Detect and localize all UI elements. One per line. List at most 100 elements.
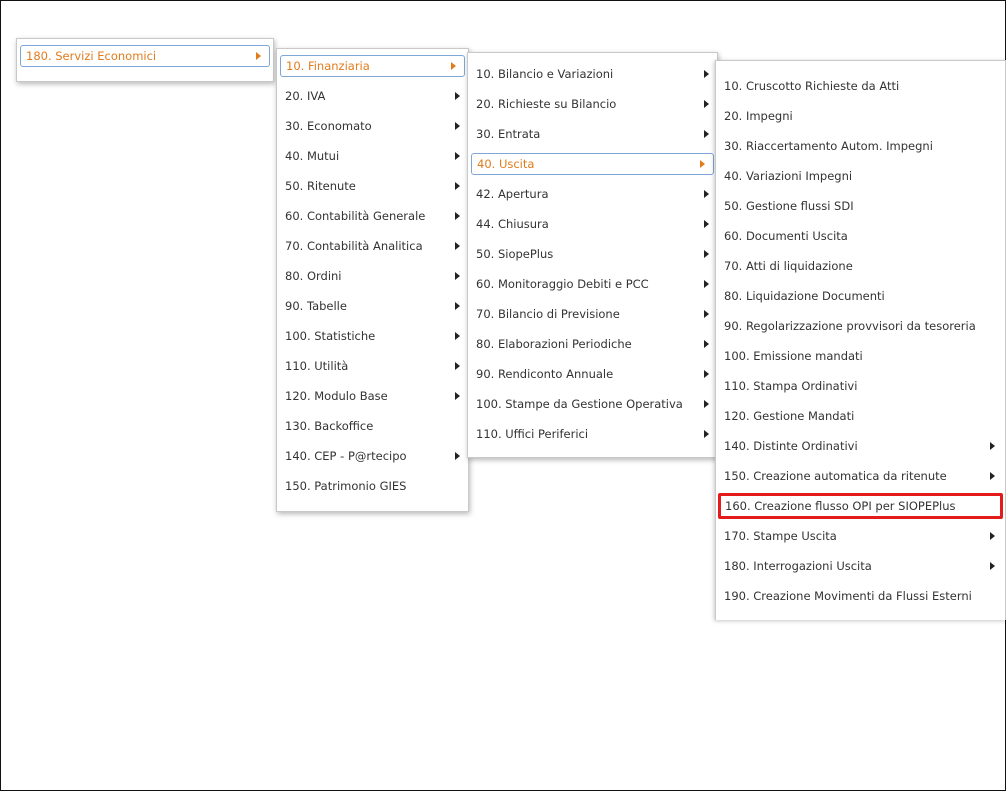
menu-item-label: 80. Ordini (285, 269, 342, 283)
menu-item-label: 30. Economato (285, 119, 372, 133)
menu-item-label: 130. Backoffice (285, 419, 374, 433)
chevron-right-icon (451, 62, 456, 70)
chevron-right-icon (455, 152, 460, 160)
menu-item-60-documenti-uscita[interactable]: 60. Documenti Uscita (716, 221, 1005, 251)
menu-item-label: 60. Contabilità Generale (285, 209, 426, 223)
menu-item-110-uffici-periferici[interactable]: 110. Uffici Periferici (468, 419, 717, 449)
menu-item-70-contabilita-analitica[interactable]: 70. Contabilità Analitica (277, 231, 468, 261)
menu-item-label: 60. Documenti Uscita (724, 229, 848, 243)
menu-item-30-economato[interactable]: 30. Economato (277, 111, 468, 141)
menu-item-20-richieste-su-bilancio[interactable]: 20. Richieste su Bilancio (468, 89, 717, 119)
menu-item-50-gestione-flussi-sdi[interactable]: 50. Gestione flussi SDI (716, 191, 1005, 221)
menu-item-label: 140. Distinte Ordinativi (724, 439, 858, 453)
menu-item-label: 50. Gestione flussi SDI (724, 199, 854, 213)
menu-item-10-bilancio-e-variazioni[interactable]: 10. Bilancio e Variazioni (468, 59, 717, 89)
menu-item-label: 180. Interrogazioni Uscita (724, 559, 872, 573)
menu-item-label: 100. Emissione mandati (724, 349, 863, 363)
menu-item-label: 180. Servizi Economici (26, 49, 157, 63)
menu-item-60-contabilita-generale[interactable]: 60. Contabilità Generale (277, 201, 468, 231)
menu-item-44-chiusura[interactable]: 44. Chiusura (468, 209, 717, 239)
chevron-right-icon (455, 362, 460, 370)
menu-item-10-finanziaria[interactable]: 10. Finanziaria (280, 55, 465, 77)
menu-item-130-backoffice[interactable]: 130. Backoffice (277, 411, 468, 441)
chevron-right-icon (455, 242, 460, 250)
menu-item-110-stampa-ordinativi[interactable]: 110. Stampa Ordinativi (716, 371, 1005, 401)
menu-item-80-ordini[interactable]: 80. Ordini (277, 261, 468, 291)
menu-item-label: 20. Impegni (724, 109, 793, 123)
menu-item-70-bilancio-di-previsione[interactable]: 70. Bilancio di Previsione (468, 299, 717, 329)
chevron-right-icon (704, 250, 709, 258)
menu-item-70-atti-di-liquidazione[interactable]: 70. Atti di liquidazione (716, 251, 1005, 281)
chevron-right-icon (704, 310, 709, 318)
chevron-right-icon (700, 160, 705, 168)
chevron-right-icon (990, 442, 995, 450)
menu-item-40-mutui[interactable]: 40. Mutui (277, 141, 468, 171)
menu-item-120-modulo-base[interactable]: 120. Modulo Base (277, 381, 468, 411)
menu-item-20-impegni[interactable]: 20. Impegni (716, 101, 1005, 131)
menu-item-180-interrogazioni-uscita[interactable]: 180. Interrogazioni Uscita (716, 551, 1005, 581)
menu-item-90-tabelle[interactable]: 90. Tabelle (277, 291, 468, 321)
chevron-right-icon (990, 472, 995, 480)
chevron-right-icon (704, 220, 709, 228)
menu-item-100-statistiche[interactable]: 100. Statistiche (277, 321, 468, 351)
chevron-right-icon (455, 182, 460, 190)
menu-item-30-riaccertamento-autom-impegni[interactable]: 30. Riaccertamento Autom. Impegni (716, 131, 1005, 161)
menu-item-190-creazione-movimenti-da-flussi-esterni[interactable]: 190. Creazione Movimenti da Flussi Ester… (716, 581, 1005, 611)
menu-item-140-cep-p-rtecipo[interactable]: 140. CEP - P@rtecipo (277, 441, 468, 471)
menu-item-label: 60. Monitoraggio Debiti e PCC (476, 277, 649, 291)
chevron-right-icon (704, 370, 709, 378)
menu-item-80-elaborazioni-periodiche[interactable]: 80. Elaborazioni Periodiche (468, 329, 717, 359)
menu-item-160-creazione-flusso-opi-per-siopeplus[interactable]: 160. Creazione flusso OPI per SIOPEPlus (718, 493, 1003, 519)
chevron-right-icon (455, 392, 460, 400)
menu-item-label: 120. Gestione Mandati (724, 409, 855, 423)
menu-item-label: 70. Atti di liquidazione (724, 259, 853, 273)
menu-item-label: 50. SiopePlus (476, 247, 554, 261)
menu-item-label: 70. Bilancio di Previsione (476, 307, 620, 321)
menu-item-42-apertura[interactable]: 42. Apertura (468, 179, 717, 209)
chevron-right-icon (704, 70, 709, 78)
chevron-right-icon (704, 430, 709, 438)
menu-item-90-regolarizzazione-provvisori-da-tesoreria[interactable]: 90. Regolarizzazione provvisori da tesor… (716, 311, 1005, 341)
menu-item-label: 160. Creazione flusso OPI per SIOPEPlus (725, 499, 956, 513)
menu-item-label: 120. Modulo Base (285, 389, 388, 403)
menu-item-label: 30. Entrata (476, 127, 541, 141)
menu-item-label: 170. Stampe Uscita (724, 529, 837, 543)
menu-item-label: 70. Contabilità Analitica (285, 239, 423, 253)
menu-item-150-patrimonio-gies[interactable]: 150. Patrimonio GIES (277, 471, 468, 501)
menu-item-label: 150. Creazione automatica da ritenute (724, 469, 947, 483)
menu-item-110-utilita[interactable]: 110. Utilità (277, 351, 468, 381)
chevron-right-icon (455, 122, 460, 130)
menu-item-100-emissione-mandati[interactable]: 100. Emissione mandati (716, 341, 1005, 371)
chevron-right-icon (990, 562, 995, 570)
menu-item-80-liquidazione-documenti[interactable]: 80. Liquidazione Documenti (716, 281, 1005, 311)
menu-item-20-iva[interactable]: 20. IVA (277, 81, 468, 111)
menu-item-label: 30. Riaccertamento Autom. Impegni (724, 139, 933, 153)
menu-item-label: 150. Patrimonio GIES (285, 479, 407, 493)
menu-item-150-creazione-automatica-da-ritenute[interactable]: 150. Creazione automatica da ritenute (716, 461, 1005, 491)
menu-item-40-variazioni-impegni[interactable]: 40. Variazioni Impegni (716, 161, 1005, 191)
menu-item-90-rendiconto-annuale[interactable]: 90. Rendiconto Annuale (468, 359, 717, 389)
menu-item-180-servizi-economici[interactable]: 180. Servizi Economici (20, 45, 270, 67)
menu-item-10-cruscotto-richieste-da-atti[interactable]: 10. Cruscotto Richieste da Atti (716, 71, 1005, 101)
menu-item-100-stampe-da-gestione-operativa[interactable]: 100. Stampe da Gestione Operativa (468, 389, 717, 419)
menu-item-label: 44. Chiusura (476, 217, 549, 231)
chevron-right-icon (704, 340, 709, 348)
menu-item-50-ritenute[interactable]: 50. Ritenute (277, 171, 468, 201)
menu-item-170-stampe-uscita[interactable]: 170. Stampe Uscita (716, 521, 1005, 551)
menu-item-120-gestione-mandati[interactable]: 120. Gestione Mandati (716, 401, 1005, 431)
menu-item-60-monitoraggio-debiti-e-pcc[interactable]: 60. Monitoraggio Debiti e PCC (468, 269, 717, 299)
chevron-right-icon (704, 130, 709, 138)
menu-item-140-distinte-ordinativi[interactable]: 140. Distinte Ordinativi (716, 431, 1005, 461)
menu-item-50-siopeplus[interactable]: 50. SiopePlus (468, 239, 717, 269)
menu-item-label: 90. Tabelle (285, 299, 347, 313)
chevron-right-icon (455, 212, 460, 220)
menu-item-30-entrata[interactable]: 30. Entrata (468, 119, 717, 149)
menu-item-label: 80. Liquidazione Documenti (724, 289, 885, 303)
menu-item-label: 110. Uffici Periferici (476, 427, 589, 441)
menu-item-label: 90. Regolarizzazione provvisori da tesor… (724, 319, 976, 333)
chevron-right-icon (704, 280, 709, 288)
menu-level-1: 180. Servizi Economici (16, 38, 274, 82)
menu-item-40-uscita[interactable]: 40. Uscita (471, 153, 714, 175)
chevron-right-icon (455, 302, 460, 310)
menu-item-label: 10. Bilancio e Variazioni (476, 67, 614, 81)
